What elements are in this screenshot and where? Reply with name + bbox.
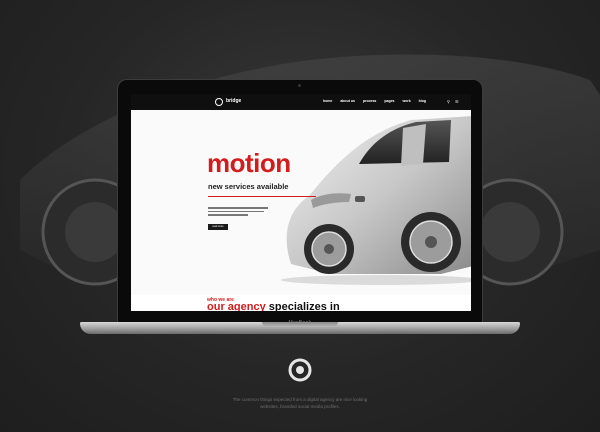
hero-title: motion [207, 148, 291, 178]
site-logo-text[interactable]: bridge [226, 98, 241, 104]
laptop-screen-frame: bridge home about us process pages work … [117, 79, 483, 324]
nav-links: home about us process pages work blog [323, 99, 426, 103]
site-navbar: bridge home about us process pages work … [131, 94, 471, 110]
nav-item-about-us[interactable]: about us [340, 99, 355, 103]
headline-accent: our agency [207, 301, 266, 312]
footer-logo-icon [288, 358, 312, 382]
brand-logo-icon[interactable] [215, 98, 223, 106]
car-image [281, 116, 471, 285]
section-headline: our agency specializes in [207, 301, 340, 312]
nav-item-home[interactable]: home [323, 99, 332, 103]
nav-item-process[interactable]: process [363, 99, 376, 103]
hero-subtitle: new services available [208, 182, 289, 191]
device-label: MacBook [288, 320, 312, 326]
menu-icon[interactable]: ☰ [455, 99, 459, 104]
camera-icon [298, 84, 301, 87]
nav-item-work[interactable]: work [403, 99, 411, 103]
website-preview: bridge home about us process pages work … [131, 94, 471, 311]
nav-item-pages[interactable]: pages [384, 99, 394, 103]
footer-line-2: websites, branded social media profiles. [260, 404, 340, 409]
hero-body-text [208, 207, 268, 218]
footer-description: The common things expected from a digita… [200, 396, 400, 410]
hero-section: motion new services available read more [131, 110, 471, 295]
hero-divider [208, 196, 316, 197]
read-more-button[interactable]: read more [208, 224, 228, 230]
nav-item-blog[interactable]: blog [419, 99, 426, 103]
footer-line-1: The common things expected from a digita… [232, 397, 368, 402]
search-icon[interactable]: ⚲ [447, 99, 450, 104]
headline-rest: specializes in [268, 301, 340, 312]
